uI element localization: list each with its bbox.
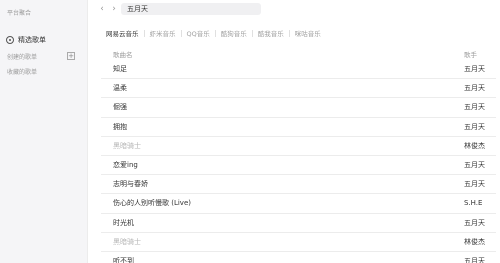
singer-name[interactable]: 五月天 — [464, 160, 485, 170]
singer-name[interactable]: 五月天 — [464, 64, 485, 74]
table-row[interactable]: 志明与春娇 五月天 — [101, 175, 496, 195]
singer-name[interactable]: S.H.E — [464, 199, 482, 207]
song-title: 温柔 — [113, 84, 127, 93]
back-arrow-icon[interactable]: ‹ — [97, 4, 107, 14]
sidebar-section-created: 创建的歌单 — [7, 54, 38, 61]
sidebar-item-featured[interactable]: 精选歌单 — [6, 34, 46, 46]
table-row[interactable]: 伤心的人别听慢歌 (Live) S.H.E — [101, 194, 496, 214]
forward-arrow-icon[interactable]: › — [109, 4, 119, 14]
table-row[interactable]: 倔强 五月天 — [101, 98, 496, 118]
add-playlist-icon[interactable]: + — [67, 52, 75, 60]
song-title: 黑暗骑士 — [113, 141, 141, 150]
singer-name[interactable]: 林俊杰 — [464, 141, 485, 151]
gear-icon — [6, 36, 14, 44]
singer-name[interactable]: 林俊杰 — [464, 237, 485, 247]
song-title: 拥抱 — [113, 122, 127, 131]
table-row[interactable]: 拥抱 五月天 — [101, 118, 496, 137]
song-title: 时光机 — [113, 218, 134, 227]
source-tabs: 网易云音乐 虾米音乐 QQ音乐 酷狗音乐 酷我音乐 咪咕音乐 — [101, 28, 326, 38]
table-row[interactable]: 黑暗骑士 林俊杰 — [101, 233, 496, 252]
sidebar-section-collected[interactable]: 收藏的歌单 — [7, 67, 37, 76]
song-title: 伤心的人别听慢歌 (Live) — [113, 199, 191, 208]
singer-name[interactable]: 五月天 — [464, 179, 485, 189]
table-header: 歌曲名 歌手 — [101, 48, 496, 60]
tab-source[interactable]: 咪咕音乐 — [290, 28, 326, 38]
sidebar: 平台聚合 精选歌单 创建的歌单 + 收藏的歌单 — [0, 0, 88, 263]
search-input[interactable] — [121, 3, 261, 15]
sidebar-section-platform: 平台聚合 — [7, 10, 32, 17]
singer-name[interactable]: 五月天 — [464, 122, 485, 132]
table-row[interactable]: 知足 五月天 — [101, 60, 496, 80]
singer-name[interactable]: 五月天 — [464, 102, 485, 112]
song-table: 歌曲名 歌手 知足 五月天 温柔 五月天 倔强 五月天 拥抱 五月天 黑暗骑士 林俊杰 恋爱ing 五… — [101, 48, 496, 263]
main-panel: ‹ › 网易云音乐虾米音乐QQ音乐酷狗音乐酷我音乐咪咕音乐 歌曲名 歌手 知足五… — [89, 0, 500, 263]
tab-source[interactable]: QQ音乐 — [182, 28, 215, 38]
table-row[interactable]: 温柔 五月天 — [101, 79, 496, 99]
song-title: 知足 — [113, 65, 127, 74]
column-header-song: 歌曲名 — [113, 51, 133, 59]
song-title: 志明与春娇 — [113, 180, 148, 189]
table-row[interactable]: 恋爱ing 五月天 — [101, 156, 496, 176]
singer-name[interactable]: 五月天 — [464, 218, 485, 228]
song-title: 黑暗骑士 — [113, 237, 141, 246]
tab-source[interactable]: 酷我音乐 — [253, 28, 289, 38]
sidebar-item-label: 精选歌单 — [18, 36, 46, 44]
table-row[interactable]: 黑暗骑士 林俊杰 — [101, 137, 496, 156]
song-title: 倔强 — [113, 103, 127, 112]
singer-name[interactable]: 五月天 — [464, 256, 485, 263]
song-title: 听不到 — [113, 256, 134, 263]
tab-source[interactable]: 酷狗音乐 — [216, 28, 252, 38]
song-title: 恋爱ing — [113, 161, 138, 170]
tab-source[interactable]: 虾米音乐 — [145, 28, 181, 38]
table-row[interactable]: 时光机 五月天 — [101, 214, 496, 233]
tab-source[interactable]: 网易云音乐 — [101, 28, 144, 38]
table-row[interactable]: 听不到 五月天 — [101, 252, 496, 263]
singer-name[interactable]: 五月天 — [464, 83, 485, 93]
column-header-singer: 歌手 — [464, 51, 477, 59]
